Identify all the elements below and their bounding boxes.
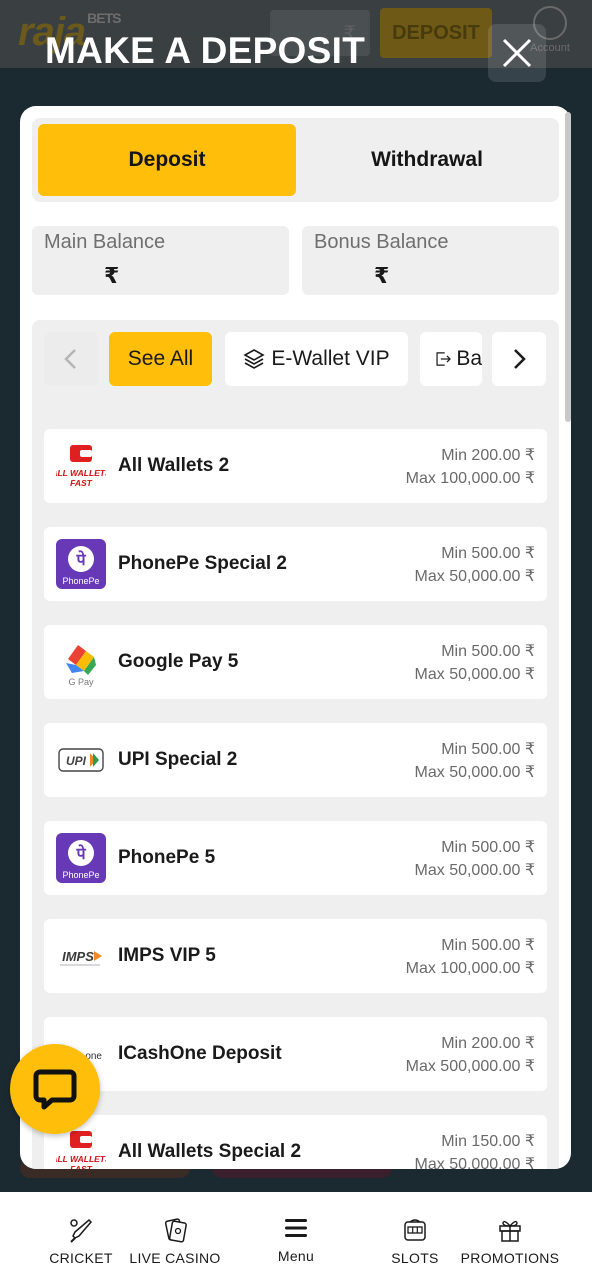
gift-icon bbox=[499, 1220, 521, 1242]
payment-method-card[interactable]: UPI UPI Special 2 Min 500.00 ₹ Max 50,00… bbox=[44, 723, 547, 797]
tab-withdrawal[interactable]: Withdrawal bbox=[298, 124, 556, 196]
filter-bank[interactable]: Ba bbox=[420, 332, 482, 386]
close-icon bbox=[502, 38, 532, 68]
method-min: Min 150.00 ₹ bbox=[441, 1133, 535, 1150]
header-deposit-button: DEPOSIT bbox=[380, 8, 492, 58]
imps-logo: IMPS bbox=[56, 931, 106, 981]
payment-method-card[interactable]: पे PhonePe PhonePe Special 2 Min 500.00 … bbox=[44, 527, 547, 601]
payment-method-card[interactable]: ALL WALLETS FAST All Wallets 2 Min 200.0… bbox=[44, 429, 547, 503]
main-balance: Main Balance ₹ bbox=[32, 226, 289, 295]
upi-logo: UPI bbox=[56, 735, 106, 785]
filter-next-button[interactable] bbox=[492, 332, 546, 386]
method-max: Max 100,000.00 ₹ bbox=[405, 470, 535, 487]
bonus-balance-value: ₹ bbox=[374, 263, 390, 288]
nav-slots[interactable]: SLOTS bbox=[380, 1192, 450, 1280]
filter-see-all[interactable]: See All bbox=[109, 332, 212, 386]
filter-prev-button[interactable] bbox=[44, 332, 98, 386]
method-max: Max 100,000.00 ₹ bbox=[405, 960, 535, 977]
method-max: Max 50,000.00 ₹ bbox=[414, 568, 535, 585]
chevron-right-icon bbox=[514, 349, 526, 369]
all-wallets-fast-logo: ALL WALLETS FAST bbox=[56, 441, 106, 491]
deposit-withdrawal-tabs: Deposit Withdrawal bbox=[32, 118, 559, 202]
nav-live-casino[interactable]: LIVE CASINO bbox=[128, 1192, 222, 1280]
method-min: Min 200.00 ₹ bbox=[441, 447, 535, 464]
method-name: UPI Special 2 bbox=[118, 749, 238, 770]
svg-text:G Pay: G Pay bbox=[68, 677, 94, 687]
method-max: Max 500,000.00 ₹ bbox=[405, 1058, 535, 1075]
method-name: IMPS VIP 5 bbox=[118, 945, 216, 966]
method-name: All Wallets 2 bbox=[118, 455, 230, 476]
payment-method-card[interactable]: ALL WALLETS FAST All Wallets Special 2 M… bbox=[44, 1115, 547, 1169]
live-chat-button[interactable] bbox=[10, 1044, 100, 1134]
tab-deposit[interactable]: Deposit bbox=[38, 124, 296, 196]
bonus-balance: Bonus Balance ₹ bbox=[302, 226, 559, 295]
cricket-bat-icon bbox=[70, 1218, 93, 1243]
method-max: Max 50,000.00 ₹ bbox=[414, 666, 535, 683]
svg-text:FAST: FAST bbox=[70, 478, 93, 488]
svg-text:FAST: FAST bbox=[70, 1164, 93, 1169]
chat-bubble-icon bbox=[33, 1069, 77, 1110]
nav-cricket[interactable]: CRICKET bbox=[40, 1192, 122, 1280]
method-filters: See All E-Wallet VIP Ba bbox=[44, 332, 547, 386]
nav-promotions[interactable]: PROMOTIONS bbox=[460, 1192, 560, 1280]
panel-scrollbar[interactable] bbox=[565, 112, 571, 422]
payment-method-card[interactable]: पे PhonePe PhonePe 5 Min 500.00 ₹ Max 50… bbox=[44, 821, 547, 895]
svg-text:PhonePe: PhonePe bbox=[62, 576, 99, 586]
svg-text:पे: पे bbox=[75, 844, 86, 863]
svg-text:UPI: UPI bbox=[66, 754, 87, 768]
method-min: Min 500.00 ₹ bbox=[441, 643, 535, 660]
exit-icon bbox=[436, 352, 451, 366]
filter-ewallet-vip[interactable]: E-Wallet VIP bbox=[225, 332, 408, 386]
hamburger-icon bbox=[285, 1219, 307, 1237]
method-min: Min 500.00 ₹ bbox=[441, 839, 535, 856]
payment-method-card[interactable]: one ICashOne Deposit Min 200.00 ₹ Max 50… bbox=[44, 1017, 547, 1091]
close-button[interactable] bbox=[488, 24, 546, 82]
svg-text:पे: पे bbox=[75, 550, 86, 569]
svg-text:IMPS: IMPS bbox=[62, 949, 94, 964]
all-wallets-fast-logo: ALL WALLETS FAST bbox=[56, 1127, 106, 1169]
method-min: Min 500.00 ₹ bbox=[441, 741, 535, 758]
method-name: Google Pay 5 bbox=[118, 651, 239, 672]
chevron-left-icon bbox=[64, 349, 76, 369]
method-max: Max 50,000.00 ₹ bbox=[414, 1156, 535, 1169]
svg-text:PhonePe: PhonePe bbox=[62, 870, 99, 880]
cards-icon bbox=[164, 1218, 187, 1243]
method-max: Max 50,000.00 ₹ bbox=[414, 862, 535, 879]
svg-text:ALL WALLETS: ALL WALLETS bbox=[56, 1154, 106, 1164]
bottom-navigation: CRICKET LIVE CASINO Menu SLOTS PROMOTION… bbox=[0, 1192, 592, 1280]
method-min: Min 500.00 ₹ bbox=[441, 545, 535, 562]
method-name: PhonePe Special 2 bbox=[118, 553, 287, 574]
main-balance-label: Main Balance bbox=[44, 231, 166, 253]
payment-method-list: ALL WALLETS FAST All Wallets 2 Min 200.0… bbox=[44, 429, 547, 1169]
phonepe-logo: पे PhonePe bbox=[56, 833, 106, 883]
method-name: All Wallets Special 2 bbox=[118, 1141, 302, 1162]
method-name: ICashOne Deposit bbox=[118, 1043, 282, 1064]
slot-machine-icon bbox=[404, 1219, 426, 1241]
modal-title: MAKE A DEPOSIT bbox=[45, 30, 366, 71]
phonepe-logo: पे PhonePe bbox=[56, 539, 106, 589]
method-max: Max 50,000.00 ₹ bbox=[414, 764, 535, 781]
payment-method-card[interactable]: G Pay Google Pay 5 Min 500.00 ₹ Max 50,0… bbox=[44, 625, 547, 699]
method-min: Min 500.00 ₹ bbox=[441, 937, 535, 954]
bonus-balance-label: Bonus Balance bbox=[314, 231, 449, 253]
layers-icon bbox=[243, 349, 266, 369]
nav-menu[interactable]: Menu bbox=[258, 1192, 334, 1280]
google-pay-logo: G Pay bbox=[56, 637, 106, 687]
method-name: PhonePe 5 bbox=[118, 847, 216, 868]
svg-text:ALL WALLETS: ALL WALLETS bbox=[56, 468, 106, 478]
payment-method-card[interactable]: IMPS IMPS VIP 5 Min 500.00 ₹ Max 100,000… bbox=[44, 919, 547, 993]
main-balance-value: ₹ bbox=[104, 263, 120, 288]
method-min: Min 200.00 ₹ bbox=[441, 1035, 535, 1052]
